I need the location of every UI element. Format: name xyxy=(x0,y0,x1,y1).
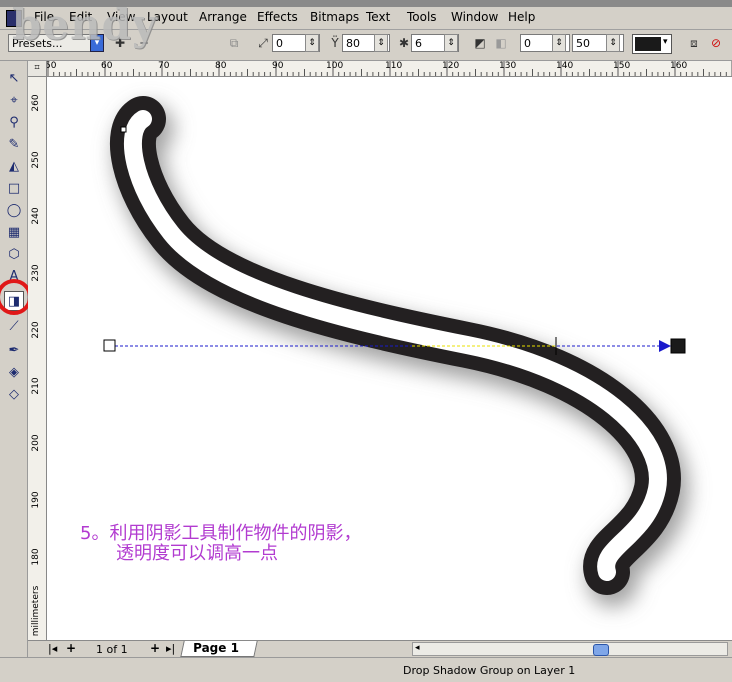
zoom-tool-icon[interactable]: ⚲ xyxy=(4,113,24,133)
ruler-label: 190 xyxy=(31,491,41,509)
shadow-color-swatch xyxy=(635,37,661,51)
ellipse-tool-icon[interactable]: ◯ xyxy=(4,201,24,221)
ruler-label: 260 xyxy=(31,94,41,112)
ruler-label: 240 xyxy=(31,207,41,225)
stretch-spinner[interactable]: ⇕ xyxy=(606,34,620,52)
menu-text[interactable]: Text xyxy=(366,10,390,24)
chevron-down-icon: ▾ xyxy=(663,37,668,47)
ruler-label: 230 xyxy=(31,264,41,282)
add-page-before-button[interactable]: + xyxy=(66,641,76,655)
toolbox: ↖ ⌖ ⚲ ✎ ◭ □ ◯ ▦ ⬡ A ◨ ⟋ ✒ ◈ ◇ xyxy=(0,61,32,657)
shadow-end-handle[interactable] xyxy=(670,338,686,354)
ruler-label: 100 xyxy=(326,61,344,71)
status-text: Drop Shadow Group on Layer 1 xyxy=(403,664,576,677)
menu-effects[interactable]: Effects xyxy=(257,10,298,24)
property-bar: Presets... ▾ ✚ ━ ⧉ ⤢ 0 ⇕ Ÿ 80 ⇕ ✱ 6 ⇕ ◩ … xyxy=(0,30,732,61)
ruler-label: 160 xyxy=(670,61,688,71)
menu-bar: File Edit View Layout Arrange Effects Bi… xyxy=(0,7,732,30)
ruler-label: 70 xyxy=(158,61,170,71)
ruler-label: 210 xyxy=(31,377,41,395)
ruler-label: 200 xyxy=(31,434,41,452)
smart-fill-tool-icon[interactable]: ◭ xyxy=(4,157,24,177)
shadow-offset-spinner[interactable]: ⇕ xyxy=(305,34,319,52)
menu-view[interactable]: View xyxy=(107,10,135,24)
scrollbar-thumb[interactable] xyxy=(593,644,609,656)
page-tab[interactable]: Page 1 xyxy=(180,641,258,657)
feather-spinner[interactable]: ⇕ xyxy=(444,34,458,52)
shadow-color-picker[interactable]: ▾ xyxy=(632,34,672,54)
remove-preset-icon[interactable]: ━ xyxy=(136,35,152,51)
menu-arrange[interactable]: Arrange xyxy=(199,10,247,24)
page-tab-label: Page 1 xyxy=(193,641,239,655)
app-icon[interactable] xyxy=(6,10,22,27)
ruler-label: 180 xyxy=(31,548,41,566)
fade-spinner[interactable]: ⇕ xyxy=(552,34,566,52)
page-navigation-bar: |◂ + 1 of 1 + ▸| Page 1 ◂ xyxy=(28,640,732,658)
menu-edit[interactable]: Edit xyxy=(69,10,92,24)
add-preset-icon[interactable]: ✚ xyxy=(112,35,128,51)
feather-icon: ✱ xyxy=(398,36,410,50)
add-page-after-button[interactable]: + xyxy=(150,641,160,655)
pick-tool-icon[interactable]: ↖ xyxy=(4,69,24,89)
shadow-start-handle[interactable] xyxy=(103,339,116,352)
fill-tool-icon[interactable]: ◈ xyxy=(4,363,24,383)
shadow-offset-icon: ⤢ xyxy=(258,36,268,50)
menu-layout[interactable]: Layout xyxy=(147,10,188,24)
presets-label: Presets... xyxy=(12,37,63,50)
basic-shapes-tool-icon[interactable]: ⬡ xyxy=(4,245,24,265)
ruler-label: 110 xyxy=(385,61,403,71)
ruler-label: 150 xyxy=(613,61,631,71)
ruler-label: 80 xyxy=(215,61,227,71)
ruler-label: 60 xyxy=(101,61,113,71)
menu-help[interactable]: Help xyxy=(508,10,535,24)
clear-shadow-icon[interactable]: ⊘ xyxy=(708,35,724,51)
ruler-label: 120 xyxy=(442,61,460,71)
page-count: 1 of 1 xyxy=(96,643,128,656)
menu-file[interactable]: File xyxy=(34,10,54,24)
vertical-ruler: 260 250 240 230 220 210 200 190 180 mill… xyxy=(28,76,47,657)
node-handle[interactable] xyxy=(120,126,127,133)
scroll-left-icon[interactable]: ◂ xyxy=(415,643,420,653)
menu-bitmaps[interactable]: Bitmaps xyxy=(310,10,359,24)
caption-line-2: 透明度可以调高一点 xyxy=(116,543,278,564)
last-page-button[interactable]: ▸| xyxy=(166,642,175,655)
ruler-label: 140 xyxy=(556,61,574,71)
opacity-icon: Ÿ xyxy=(331,36,339,50)
freehand-tool-icon[interactable]: ✎ xyxy=(4,135,24,155)
menu-tools[interactable]: Tools xyxy=(407,10,437,24)
presets-dropdown-arrow[interactable]: ▾ xyxy=(90,34,104,52)
ruler-label: 90 xyxy=(272,61,284,71)
copy-shadow-icon[interactable]: ⧈ xyxy=(686,35,702,51)
ruler-label: 130 xyxy=(499,61,517,71)
menu-window[interactable]: Window xyxy=(451,10,498,24)
opacity-spinner[interactable]: ⇕ xyxy=(374,34,388,52)
drop-shadow xyxy=(113,104,689,607)
shape-tool-icon[interactable]: ⌖ xyxy=(4,91,24,111)
status-bar: Drop Shadow Group on Layer 1 xyxy=(0,657,732,682)
caption-line-1: 5。利用阴影工具制作物件的阴影， xyxy=(80,523,362,544)
preset-options-icon[interactable]: ⧉ xyxy=(226,35,242,51)
ruler-label: 250 xyxy=(31,151,41,169)
ruler-unit-label: millimeters xyxy=(31,585,41,637)
title-strip xyxy=(0,0,732,7)
horizontal-ruler: 50 60 70 80 90 100 110 120 130 140 150 1… xyxy=(28,61,732,77)
feather-direction-icon[interactable]: ◩ xyxy=(472,35,488,51)
ruler-label: 220 xyxy=(31,321,41,339)
interactive-fill-tool-icon[interactable]: ◇ xyxy=(4,385,24,405)
feather-edges-icon[interactable]: ◧ xyxy=(493,35,509,51)
tutorial-caption: 5。利用阴影工具制作物件的阴影， 透明度可以调高一点 xyxy=(80,524,361,564)
graph-paper-tool-icon[interactable]: ▦ xyxy=(4,223,24,243)
ruler-origin[interactable]: ⌗ xyxy=(28,61,47,77)
shadow-direction-arrow xyxy=(659,340,671,352)
eyedropper-tool-icon[interactable]: ⟋ xyxy=(4,317,24,337)
rectangle-tool-icon[interactable]: □ xyxy=(4,179,24,199)
horizontal-scrollbar[interactable]: ◂ xyxy=(412,642,728,656)
outline-tool-icon[interactable]: ✒ xyxy=(4,341,24,361)
first-page-button[interactable]: |◂ xyxy=(48,642,57,655)
